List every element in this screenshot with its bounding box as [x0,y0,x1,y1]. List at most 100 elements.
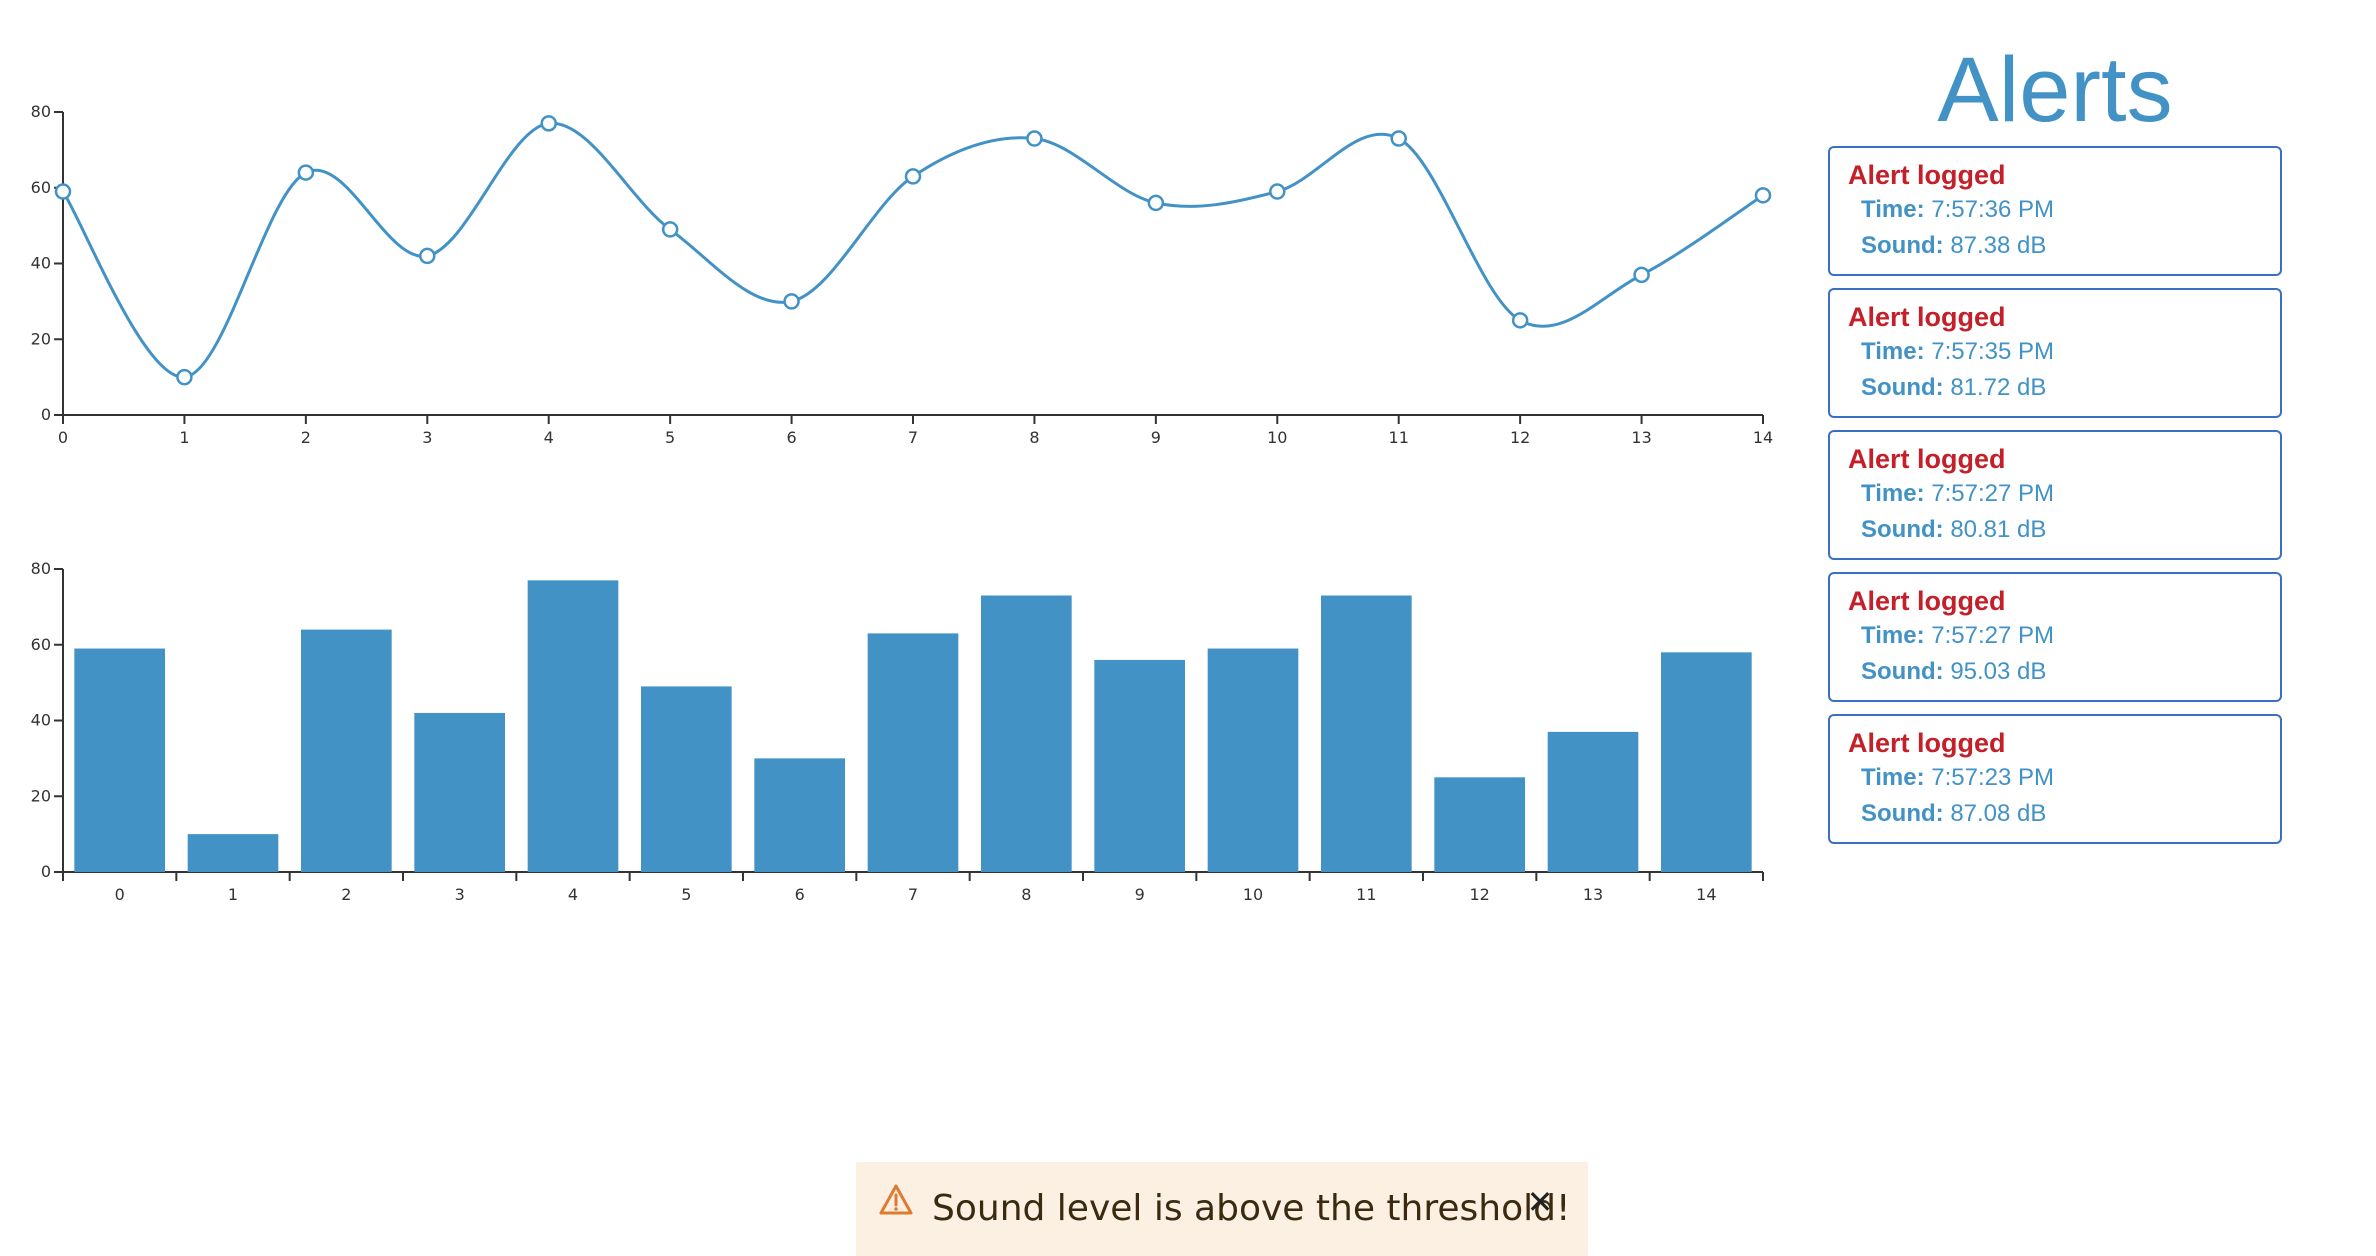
alert-sound-label: Sound: [1861,516,1944,543]
y-tick-label: 60 [31,635,51,654]
alert-time-label: Time: [1861,196,1925,223]
x-tick-label: 7 [908,428,918,447]
data-point [419,247,436,265]
data-point [1754,187,1772,204]
alert-sound-label: Sound: [1861,800,1944,827]
bar [981,595,1072,872]
alert-time-value: 7:57:27 PM [1931,622,2054,649]
alert-time-label: Time: [1861,480,1925,507]
x-tick-label: 13 [1583,885,1603,904]
alert-time-label: Time: [1861,764,1925,791]
x-tick-label: 9 [1135,885,1145,904]
alert-card: Alert logged Time: 7:57:36 PM Sound: 87.… [1828,146,2282,276]
data-point [1511,312,1529,329]
bar [187,834,279,872]
bar [1094,659,1185,872]
x-tick-label: 1 [228,885,238,904]
bar [527,580,619,872]
bar [1547,731,1639,872]
x-tick-label: 1 [179,428,189,447]
alert-sound-row: Sound: 87.08 dB [1848,796,2280,832]
x-tick-label: 8 [1021,885,1031,904]
alert-card: Alert logged Time: 7:57:35 PM Sound: 81.… [1828,288,2282,418]
bar [1434,777,1525,872]
x-tick-label: 2 [301,428,311,447]
x-tick-label: 12 [1510,428,1530,447]
x-tick-label: 10 [1267,428,1287,447]
x-tick-label: 6 [786,428,796,447]
x-tick-label: 3 [422,428,432,447]
y-tick-label: 80 [31,102,51,121]
alert-time-value: 7:57:27 PM [1931,480,2054,507]
alert-card: Alert logged Time: 7:57:27 PM Sound: 80.… [1828,430,2282,560]
alert-heading: Alert logged [1848,302,2006,332]
y-tick-label: 80 [31,559,51,578]
data-point [1147,194,1165,212]
x-tick-label: 4 [568,885,578,904]
x-tick-label: 13 [1631,428,1651,447]
close-icon[interactable]: ✕ [1522,1184,1558,1220]
x-tick-label: 7 [908,885,918,904]
bar [754,758,845,872]
alert-card: Alert logged Time: 7:57:23 PM Sound: 87.… [1828,714,2282,844]
series-line [61,121,1764,379]
y-tick-label: 0 [41,405,51,424]
y-tick-label: 40 [31,711,51,730]
alert-time-row: Time: 7:57:23 PM [1848,760,2280,796]
alert-sound-value: 95.03 dB [1950,658,2047,685]
x-tick-label: 9 [1151,428,1161,447]
data-point [54,183,72,200]
bar [641,686,732,872]
alerts-title: Alerts [1937,39,2173,141]
bar [867,633,959,872]
data-point [1633,266,1650,284]
threshold-toast: Sound level is above the threshold! ✕ [856,1162,1588,1256]
alert-time-value: 7:57:23 PM [1931,764,2054,791]
data-point [1026,130,1043,147]
alert-time-label: Time: [1861,622,1925,649]
x-tick-label: 0 [115,885,125,904]
data-point [904,168,922,185]
y-tick-label: 20 [31,786,51,805]
alert-sound-value: 87.38 dB [1950,232,2047,259]
alert-sound-label: Sound: [1861,374,1944,401]
bar [301,629,392,872]
x-tick-label: 4 [544,428,554,447]
bar [74,648,165,872]
alert-time-row: Time: 7:57:27 PM [1848,476,2280,512]
alert-time-row: Time: 7:57:36 PM [1848,192,2280,228]
x-tick-label: 14 [1696,885,1716,904]
alert-heading: Alert logged [1848,444,2006,474]
alerts-panel: Alerts Alert logged Time: 7:57:36 PM Sou… [1828,40,2282,844]
data-point [176,368,193,386]
y-tick-label: 20 [31,329,51,348]
x-tick-label: 8 [1029,428,1039,447]
alert-sound-value: 87.08 dB [1950,800,2047,827]
data-point [661,221,679,238]
alert-sound-label: Sound: [1861,232,1944,259]
bar [1321,595,1412,872]
x-tick-label: 3 [455,885,465,904]
x-tick-label: 11 [1356,885,1376,904]
y-tick-label: 0 [41,862,51,881]
toast-message: Sound level is above the threshold! [932,1188,1571,1229]
alert-sound-row: Sound: 80.81 dB [1848,512,2280,548]
x-tick-label: 5 [665,428,675,447]
alert-time-row: Time: 7:57:35 PM [1848,334,2280,370]
alert-sound-row: Sound: 81.72 dB [1848,370,2280,406]
x-tick-label: 12 [1469,885,1489,904]
y-tick-label: 40 [31,254,51,273]
data-point [1269,183,1286,200]
x-tick-label: 2 [341,885,351,904]
warning-icon [878,1182,914,1223]
alert-sound-row: Sound: 95.03 dB [1848,654,2280,690]
bar [414,712,505,872]
x-tick-label: 11 [1389,428,1409,447]
alert-heading: Alert logged [1848,586,2006,616]
line-chart: 0204060800 1 2 3 4 5 6 7 8 9 10 11 12 13 14 [31,102,1774,447]
x-tick-label: 10 [1243,885,1263,904]
alert-time-value: 7:57:36 PM [1931,196,2054,223]
bar [1661,652,1752,872]
alert-sound-value: 80.81 dB [1950,516,2047,543]
alert-sound-row: Sound: 87.38 dB [1848,228,2280,264]
